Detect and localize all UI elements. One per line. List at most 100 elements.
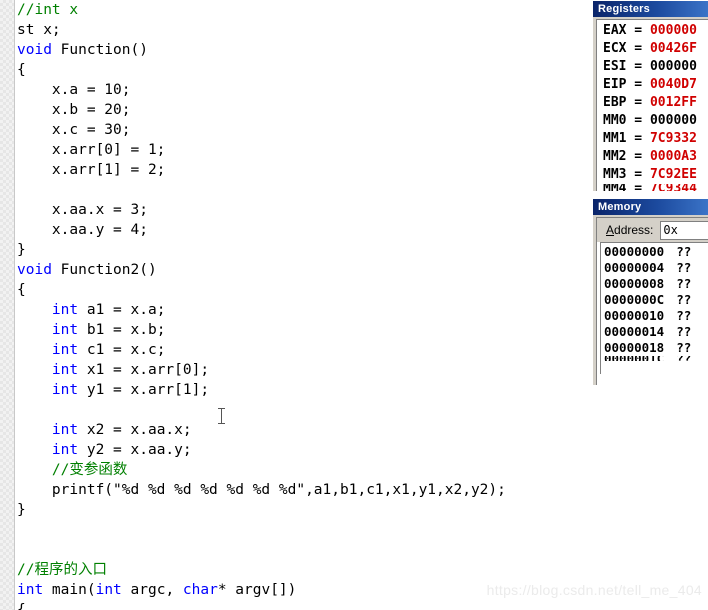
code-line: {	[17, 280, 577, 300]
memory-value: ??	[676, 292, 692, 307]
registers-list[interactable]: EAX = 000000 ECX = 00426F ESI = 000000 EIP …	[597, 20, 708, 191]
register-value: 7C9344	[650, 184, 697, 191]
memory-value: ??	[676, 340, 692, 355]
register-row[interactable]: EIP = 0040D7	[597, 76, 708, 94]
register-equals: =	[626, 167, 650, 182]
code-token: x2 = x.aa.x;	[78, 422, 192, 438]
registers-panel[interactable]: Registers EAX = 000000 ECX = 00426F ESI = …	[592, 0, 708, 191]
register-value: 7C9332	[649, 131, 697, 146]
code-line: //变参函数	[17, 460, 577, 480]
memory-row[interactable]: 00000008??	[601, 276, 708, 292]
code-token: st x;	[17, 22, 61, 38]
code-line: int y1 = x.arr[1];	[17, 380, 577, 400]
memory-panel[interactable]: Memory Address: 0x 00000000?? 00000004?? 0…	[592, 198, 708, 385]
code-token: int	[51, 442, 79, 458]
code-token: //程序的入口	[17, 562, 107, 578]
watermark-text: https://blog.csdn.net/tell_me_404	[486, 582, 702, 598]
code-line: x.arr[1] = 2;	[17, 160, 577, 180]
register-row[interactable]: EBP = 0012FF	[597, 94, 708, 112]
code-token: int	[51, 322, 79, 338]
register-equals: =	[626, 59, 650, 74]
register-equals: =	[626, 23, 650, 38]
code-token: main(	[43, 582, 96, 598]
memory-row[interactable]: 00000004??	[601, 260, 708, 276]
memory-address: 00000008	[604, 276, 665, 291]
register-name: EBP	[603, 95, 627, 110]
register-row[interactable]: ECX = 00426F	[597, 40, 708, 58]
code-line: int b1 = x.b;	[17, 320, 577, 340]
memory-address-bar: Address: 0x	[597, 218, 708, 242]
register-name: ECX	[603, 41, 627, 56]
code-line: x.c = 30;	[17, 120, 577, 140]
register-equals: =	[626, 149, 650, 164]
memory-address: 0000001C	[604, 356, 664, 361]
code-token: int	[95, 582, 122, 598]
code-token: char	[182, 582, 218, 598]
memory-value: ??	[676, 276, 692, 291]
register-row[interactable]: MM3 = 7C92EE	[597, 166, 708, 184]
register-name: MM3	[603, 167, 627, 182]
memory-value: ??	[676, 308, 692, 323]
debugger-panels-column: Registers EAX = 000000 ECX = 00426F ESI = …	[588, 0, 708, 610]
register-equals: =	[626, 95, 650, 110]
code-token: x.arr[0] = 1;	[17, 142, 166, 158]
memory-address-label: Address:	[606, 223, 654, 237]
memory-rows-list[interactable]: 00000000?? 00000004?? 00000008?? 0000000C??…	[600, 242, 708, 374]
code-token: y1 = x.arr[1];	[78, 382, 210, 398]
code-line: int x1 = x.arr[0];	[17, 360, 577, 380]
memory-row[interactable]: 00000000??	[601, 244, 708, 260]
registers-panel-title: Registers	[593, 1, 708, 17]
register-name: EIP	[603, 77, 627, 92]
register-row[interactable]: MM4 = 7C9344	[597, 184, 708, 191]
register-row[interactable]: MM0 = 000000	[597, 112, 708, 130]
code-line: int x2 = x.aa.x;	[17, 420, 577, 440]
register-row[interactable]: ESI = 000000	[597, 58, 708, 76]
code-line: {	[17, 60, 577, 80]
code-token: int	[51, 362, 79, 378]
memory-panel-body[interactable]: Address: 0x 00000000?? 00000004?? 00000008…	[596, 217, 708, 385]
register-name: MM0	[603, 113, 627, 128]
memory-row[interactable]: 0000000C??	[601, 292, 708, 308]
code-token: x1 = x.arr[0];	[78, 362, 210, 378]
code-token: x.b = 20;	[17, 102, 131, 118]
code-line: x.aa.y = 4;	[17, 220, 577, 240]
code-line: //int x	[17, 0, 577, 20]
code-line: }	[17, 500, 577, 520]
code-text-area[interactable]: //int x st x; void Function() { x.a = 10; x…	[17, 0, 577, 610]
memory-address-input[interactable]: 0x	[660, 220, 708, 240]
register-row[interactable]: EAX = 000000	[597, 22, 708, 40]
code-token: x.a = 10;	[17, 82, 131, 98]
code-token: x.arr[1] = 2;	[17, 162, 166, 178]
code-token: c1 = x.c;	[78, 342, 166, 358]
code-token: int	[51, 422, 79, 438]
register-row[interactable]: MM2 = 0000A3	[597, 148, 708, 166]
registers-panel-body[interactable]: EAX = 000000 ECX = 00426F ESI = 000000 EIP …	[596, 19, 708, 191]
code-token: Function2()	[51, 262, 157, 278]
memory-row[interactable]: 0000001C??	[601, 356, 708, 361]
code-line: void Function()	[17, 40, 577, 60]
register-value: 0040D7	[649, 77, 697, 92]
memory-value: ??	[676, 260, 692, 275]
register-value: 0000A3	[649, 149, 697, 164]
memory-row[interactable]: 00000014??	[601, 324, 708, 340]
code-token: {	[17, 62, 26, 78]
code-line: x.b = 20;	[17, 100, 577, 120]
memory-address: 00000014	[604, 324, 665, 339]
memory-row[interactable]: 00000018??	[601, 340, 708, 356]
editor-gutter	[0, 0, 15, 610]
memory-row[interactable]: 00000010??	[601, 308, 708, 324]
code-line: st x;	[17, 20, 577, 40]
register-row[interactable]: MM1 = 7C9332	[597, 130, 708, 148]
code-token: x.c = 30;	[17, 122, 131, 138]
register-equals: =	[626, 131, 650, 146]
code-line: //程序的入口	[17, 560, 577, 580]
code-line: int y2 = x.aa.y;	[17, 440, 577, 460]
code-editor[interactable]: //int x st x; void Function() { x.a = 10; x…	[0, 0, 588, 610]
